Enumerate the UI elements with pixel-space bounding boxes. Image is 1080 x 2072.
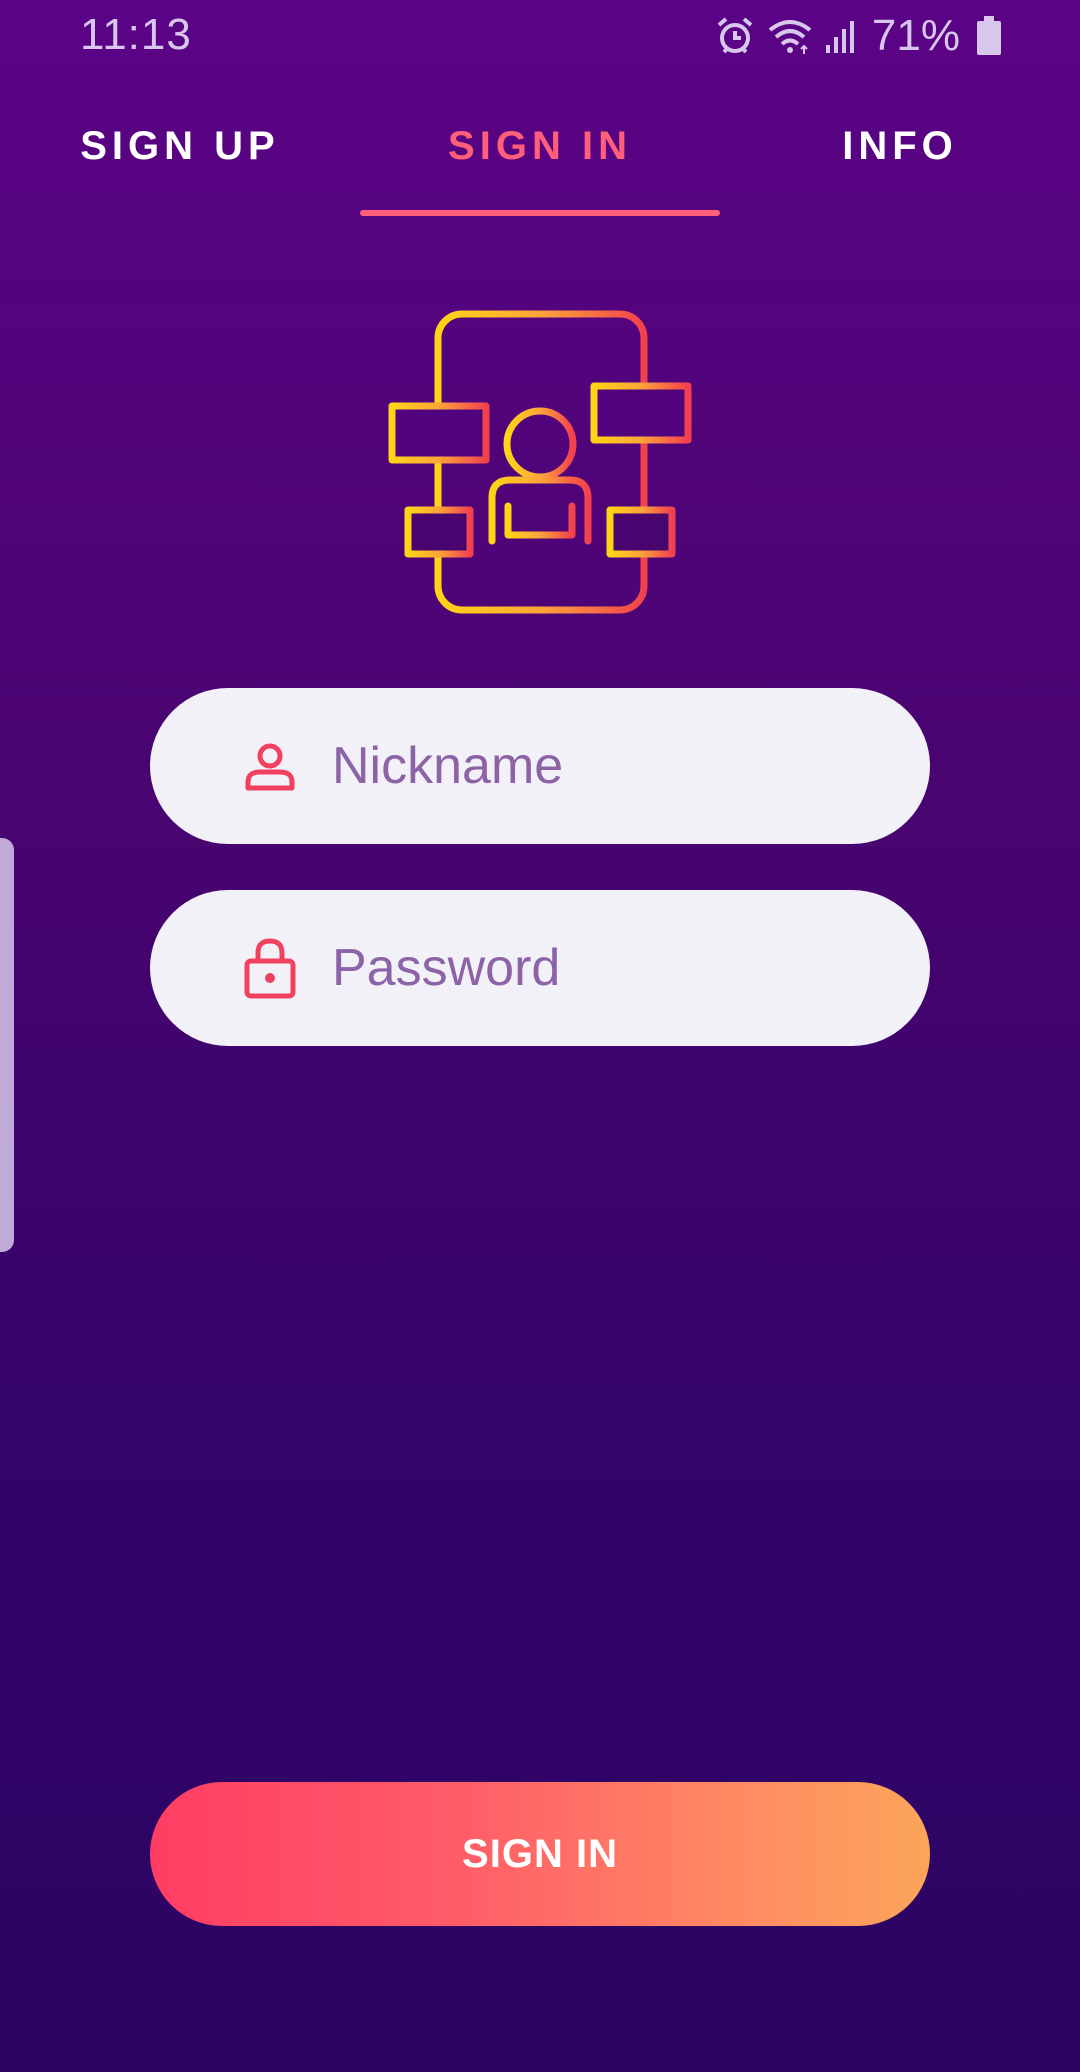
phone-user-interface-icon: [388, 308, 692, 616]
tab-bar: SIGN UP SIGN IN INFO: [0, 104, 1080, 224]
tab-sign-up[interactable]: SIGN UP: [0, 104, 360, 204]
password-placeholder: Password: [332, 939, 561, 997]
battery-percent: 71%: [871, 11, 960, 60]
wifi-icon: [766, 16, 814, 56]
lock-icon: [242, 938, 298, 999]
status-time: 11:13: [80, 10, 192, 59]
nickname-placeholder: Nickname: [332, 737, 564, 795]
password-input[interactable]: Password: [150, 890, 930, 1046]
edge-panel-handle[interactable]: [0, 838, 14, 1252]
signal-icon: [824, 17, 858, 55]
tab-info[interactable]: INFO: [720, 104, 1080, 204]
user-icon: [242, 736, 298, 796]
status-bar: 11:13 71%: [0, 0, 1080, 72]
alarm-icon: [714, 15, 756, 57]
tab-sign-in[interactable]: SIGN IN: [360, 104, 720, 204]
status-icons: 71%: [714, 11, 1002, 60]
battery-icon: [976, 16, 1002, 56]
active-tab-indicator: [360, 210, 720, 216]
nickname-input[interactable]: Nickname: [150, 688, 930, 844]
sign-in-button[interactable]: SIGN IN: [150, 1782, 930, 1926]
